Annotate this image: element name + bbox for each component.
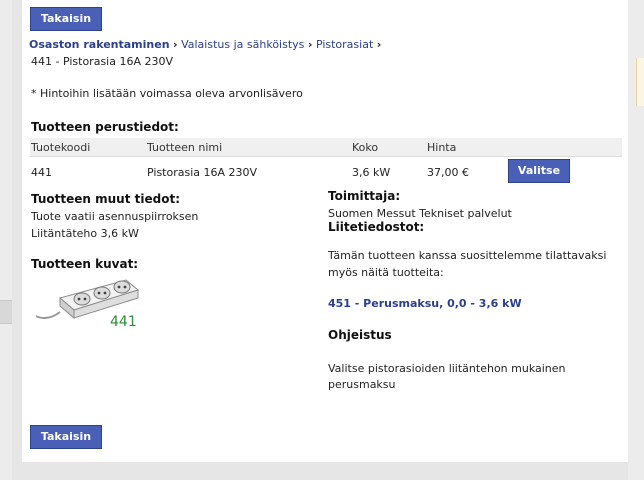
- basic-info-title: Tuotteen perustiedot:: [31, 120, 179, 134]
- side-note-tab: [636, 58, 644, 106]
- recommend-text: Tämän tuotteen kanssa suosittelemme tila…: [328, 249, 607, 262]
- recommend-text: myös näitä tuotteita:: [328, 266, 444, 279]
- back-button-bottom[interactable]: Takaisin: [30, 425, 102, 449]
- breadcrumb: Osaston rakentaminen › Valaistus ja sähk…: [29, 38, 381, 51]
- breadcrumb-item-osaston-rakentaminen[interactable]: Osaston rakentaminen: [29, 38, 170, 51]
- guidance-text: Valitse pistorasioiden liitäntehon mukai…: [328, 362, 566, 375]
- breadcrumb-current: 441 - Pistorasia 16A 230V: [31, 55, 174, 68]
- back-button-top[interactable]: Takaisin: [30, 7, 102, 31]
- other-info-title: Tuotteen muut tiedot:: [31, 192, 180, 206]
- product-size-cell: 3,6 kW: [352, 166, 391, 179]
- column-header-size: Koko: [352, 141, 379, 154]
- other-info-line: Tuote vaatii asennuspiirroksen: [31, 210, 199, 223]
- supplier-name: Suomen Messut Tekniset palvelut: [328, 207, 512, 220]
- column-header-name: Tuotteen nimi: [147, 141, 223, 154]
- guidance-text: perusmaksu: [328, 378, 396, 391]
- select-button[interactable]: Valitse: [508, 159, 570, 183]
- right-background-strip: [628, 0, 644, 480]
- breadcrumb-separator-icon: ›: [173, 38, 178, 51]
- vat-note: * Hintoihin lisätään voimassa oleva arvo…: [31, 87, 303, 100]
- other-info-line: Liitäntäteho 3,6 kW: [31, 227, 139, 240]
- column-header-code: Tuotekoodi: [31, 141, 91, 154]
- breadcrumb-item-pistorasiat[interactable]: Pistorasiat: [316, 38, 373, 51]
- column-header-price: Hinta: [427, 141, 457, 154]
- supplier-title: Toimittaja:: [328, 189, 401, 203]
- image-caption: 441: [110, 314, 137, 330]
- breadcrumb-separator-icon: ›: [307, 38, 313, 51]
- breadcrumb-item-valaistus[interactable]: Valaistus ja sähköistys: [181, 38, 304, 51]
- table-header-row: [30, 138, 622, 157]
- images-title: Tuotteen kuvat:: [31, 257, 139, 271]
- left-strip-marker: [0, 300, 12, 324]
- product-price-cell: 37,00 €: [427, 166, 469, 179]
- attachments-title: Liitetiedostot:: [328, 220, 425, 234]
- breadcrumb-separator-icon: ›: [376, 38, 382, 51]
- recommended-product-link[interactable]: 451 - Perusmaksu, 0,0 - 3,6 kW: [328, 297, 522, 310]
- guidance-title: Ohjeistus: [328, 328, 392, 342]
- left-background-strip: [0, 0, 12, 480]
- product-name-cell: Pistorasia 16A 230V: [147, 166, 258, 179]
- product-code-cell: 441: [31, 166, 52, 179]
